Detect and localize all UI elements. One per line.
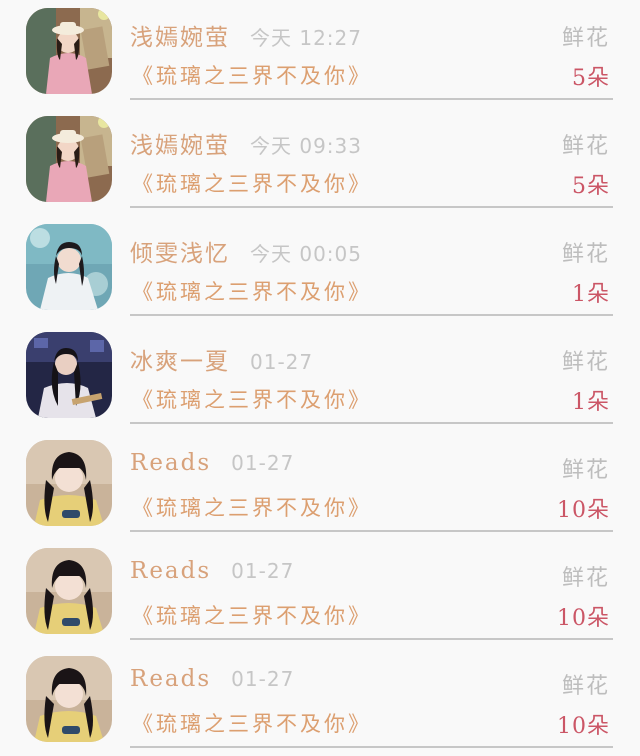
gift-count: 5朵 xyxy=(572,174,610,199)
divider xyxy=(130,314,613,316)
gift-type-label: 鲜花 xyxy=(561,26,610,51)
user-name[interactable]: Reads xyxy=(130,666,211,692)
list-item[interactable]: Reads 01-27 鲜花 《琉璃之三界不及你》 10朵 xyxy=(0,540,640,648)
timestamp: 今天 00:05 xyxy=(250,242,362,266)
gift-count: 10朵 xyxy=(557,498,610,523)
gift-type-label: 鲜花 xyxy=(561,350,610,375)
book-title[interactable]: 《琉璃之三界不及你》 xyxy=(132,60,372,90)
user-name[interactable]: 倾雯浅忆 xyxy=(130,234,230,268)
gift-count: 10朵 xyxy=(557,714,610,739)
avatar[interactable] xyxy=(26,332,112,418)
gift-type-label: 鲜花 xyxy=(561,134,610,159)
user-name[interactable]: 冰爽一夏 xyxy=(130,342,230,376)
list-item[interactable]: 浅嫣婉萤 今天 09:33 鲜花 《琉璃之三界不及你》 5朵 xyxy=(0,108,640,216)
book-title[interactable]: 《琉璃之三界不及你》 xyxy=(132,708,372,738)
book-title[interactable]: 《琉璃之三界不及你》 xyxy=(132,384,372,414)
list-item[interactable]: 浅嫣婉萤 今天 12:27 鲜花 《琉璃之三界不及你》 5朵 xyxy=(0,0,640,108)
divider xyxy=(130,206,613,208)
gift-type-label: 鲜花 xyxy=(561,566,610,591)
gift-count: 1朵 xyxy=(572,390,610,415)
gift-count: 10朵 xyxy=(557,606,610,631)
avatar[interactable] xyxy=(26,548,112,634)
divider xyxy=(130,98,613,100)
gift-count: 1朵 xyxy=(572,282,610,307)
user-name[interactable]: 浅嫣婉萤 xyxy=(130,126,230,160)
avatar[interactable] xyxy=(26,116,112,202)
timestamp: 今天 09:33 xyxy=(250,134,362,158)
gift-type-label: 鲜花 xyxy=(561,458,610,483)
book-title[interactable]: 《琉璃之三界不及你》 xyxy=(132,600,372,630)
user-name[interactable]: Reads xyxy=(130,450,211,476)
user-name[interactable]: 浅嫣婉萤 xyxy=(130,18,230,52)
timestamp: 今天 12:27 xyxy=(250,26,362,50)
user-name[interactable]: Reads xyxy=(130,558,211,584)
list-item[interactable]: Reads 01-27 鲜花 《琉璃之三界不及你》 10朵 xyxy=(0,648,640,756)
list-item[interactable]: Reads 01-27 鲜花 《琉璃之三界不及你》 10朵 xyxy=(0,432,640,540)
timestamp: 01-27 xyxy=(231,451,295,475)
timestamp: 01-27 xyxy=(231,559,295,583)
gift-record-list: 浅嫣婉萤 今天 12:27 鲜花 《琉璃之三界不及你》 5朵 浅嫣婉萤 今天 0… xyxy=(0,0,640,748)
divider xyxy=(130,638,613,640)
gift-type-label: 鲜花 xyxy=(561,674,610,699)
book-title[interactable]: 《琉璃之三界不及你》 xyxy=(132,168,372,198)
avatar[interactable] xyxy=(26,656,112,742)
avatar[interactable] xyxy=(26,224,112,310)
divider xyxy=(130,530,613,532)
gift-count: 5朵 xyxy=(572,66,610,91)
avatar[interactable] xyxy=(26,440,112,526)
timestamp: 01-27 xyxy=(231,667,295,691)
book-title[interactable]: 《琉璃之三界不及你》 xyxy=(132,276,372,306)
book-title[interactable]: 《琉璃之三界不及你》 xyxy=(132,492,372,522)
gift-type-label: 鲜花 xyxy=(561,242,610,267)
divider xyxy=(130,422,613,424)
avatar[interactable] xyxy=(26,8,112,94)
list-item[interactable]: 倾雯浅忆 今天 00:05 鲜花 《琉璃之三界不及你》 1朵 xyxy=(0,216,640,324)
timestamp: 01-27 xyxy=(250,350,314,374)
list-item[interactable]: 冰爽一夏 01-27 鲜花 《琉璃之三界不及你》 1朵 xyxy=(0,324,640,432)
